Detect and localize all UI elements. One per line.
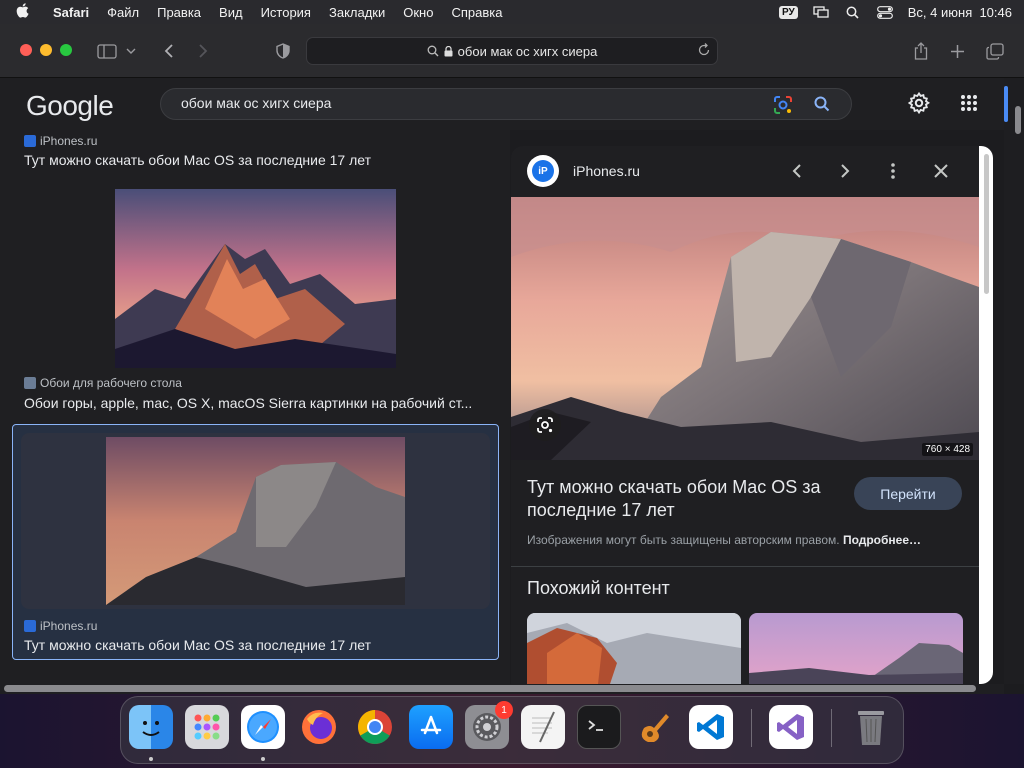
google-search-input[interactable] (181, 95, 741, 111)
image-dimensions: 760 × 428 (922, 443, 973, 456)
app-store-icon[interactable] (409, 705, 453, 749)
result-source[interactable]: Обои для рабочего стола (24, 376, 182, 390)
search-icon (427, 45, 439, 57)
minimize-window-button[interactable] (40, 44, 52, 56)
next-image-button[interactable] (833, 159, 857, 183)
menu-bookmarks[interactable]: Закладки (320, 5, 394, 20)
menu-app-safari[interactable]: Safari (44, 5, 98, 20)
control-center-icon[interactable] (876, 5, 894, 19)
previous-image-button[interactable] (785, 159, 809, 183)
google-search-box[interactable] (160, 88, 852, 120)
copyright-notice: Изображения могут быть защищены авторски… (527, 533, 922, 547)
image-preview-panel: iP iPhones.ru 760 × 428 Тут можно скачат… (511, 146, 979, 684)
close-window-button[interactable] (20, 44, 32, 56)
textedit-icon[interactable] (521, 705, 565, 749)
garageband-icon[interactable] (633, 705, 677, 749)
result-image-sierra[interactable] (115, 189, 396, 368)
finder-icon[interactable] (129, 705, 173, 749)
lens-search-icon[interactable] (529, 409, 561, 441)
site-logo[interactable]: iP (527, 155, 559, 187)
input-source-indicator[interactable]: РУ (779, 5, 798, 19)
running-indicator (261, 757, 265, 761)
preview-title[interactable]: Тут можно скачать обои Mac OS за последн… (527, 476, 837, 522)
menu-window[interactable]: Окно (394, 5, 442, 20)
iphones-favicon (24, 135, 36, 147)
horizontal-scrollbar-thumb[interactable] (4, 685, 976, 692)
search-icon[interactable] (813, 95, 831, 118)
selected-result-card[interactable]: iPhones.ru Тут можно скачать обои Mac OS… (12, 424, 499, 660)
menu-bar: Safari Файл Правка Вид История Закладки … (0, 0, 1024, 24)
screen-mirroring-icon[interactable] (812, 5, 830, 19)
safari-icon[interactable] (241, 705, 285, 749)
related-image[interactable] (527, 613, 741, 684)
forward-button[interactable] (192, 40, 214, 62)
google-logo[interactable]: Google (26, 90, 114, 122)
terminal-icon[interactable] (577, 705, 621, 749)
result-source[interactable]: iPhones.ru (24, 619, 97, 633)
back-button[interactable] (158, 40, 180, 62)
result-source[interactable]: iPhones.ru (24, 134, 97, 148)
firefox-icon[interactable] (297, 705, 341, 749)
scrollbar-thumb[interactable] (1015, 106, 1021, 134)
page-vertical-scrollbar[interactable] (1004, 78, 1024, 684)
iphones-favicon (24, 620, 36, 632)
wallpaper-site-favicon (24, 377, 36, 389)
result-title[interactable]: Обои горы, apple, mac, OS X, macOS Sierr… (24, 395, 490, 411)
spotlight-search-icon[interactable] (844, 5, 862, 19)
image-results-column: iPhones.ru Тут можно скачать обои Mac OS… (0, 130, 510, 684)
zoom-window-button[interactable] (60, 44, 72, 56)
share-icon[interactable] (910, 40, 932, 62)
google-lens-icon[interactable] (773, 95, 793, 120)
scroll-indicator (1004, 86, 1008, 122)
more-options-icon[interactable] (881, 159, 905, 183)
safari-toolbar: обои мак ос хигх сиера (0, 24, 1024, 78)
result-title[interactable]: Тут можно скачать обои Mac OS за последн… (24, 637, 484, 653)
panel-site-name[interactable]: iPhones.ru (573, 163, 640, 179)
panel-header: iP iPhones.ru (511, 146, 979, 196)
privacy-shield-icon[interactable] (272, 40, 294, 62)
dock: 1 (120, 696, 904, 764)
menu-file[interactable]: Файл (98, 5, 148, 20)
close-panel-icon[interactable] (929, 159, 953, 183)
related-image[interactable] (749, 613, 963, 684)
running-indicator (149, 757, 153, 761)
page-horizontal-scrollbar[interactable] (0, 684, 1004, 694)
google-header: Google (0, 78, 1004, 130)
apple-menu-icon[interactable] (0, 2, 44, 22)
dock-separator (831, 709, 832, 747)
result-image-high-sierra[interactable] (106, 437, 405, 605)
panel-scrollbar-thumb[interactable] (984, 154, 989, 294)
menu-help[interactable]: Справка (442, 5, 511, 20)
menu-edit[interactable]: Правка (148, 5, 210, 20)
address-text: обои мак ос хигх сиера (457, 43, 598, 59)
preview-image-half-dome[interactable] (511, 197, 979, 460)
chevron-down-icon[interactable] (124, 40, 138, 62)
menu-view[interactable]: Вид (210, 5, 252, 20)
address-bar[interactable]: обои мак ос хигх сиера (306, 37, 718, 65)
settings-gear-icon[interactable] (908, 92, 930, 114)
lock-icon (444, 45, 453, 56)
trash-icon[interactable] (849, 705, 893, 749)
reload-icon[interactable] (697, 43, 711, 60)
sidebar-toggle-icon[interactable] (96, 40, 118, 62)
menubar-clock[interactable]: Вс, 4 июня 10:46 (908, 5, 1012, 20)
result-title[interactable]: Тут можно скачать обои Mac OS за последн… (24, 152, 494, 168)
vscode-icon[interactable] (689, 705, 733, 749)
panel-scrollbar[interactable] (979, 146, 993, 684)
apps-grid-icon[interactable] (958, 92, 980, 114)
visit-button[interactable]: Перейти (854, 477, 962, 510)
menu-history[interactable]: История (252, 5, 320, 20)
related-content-heading: Похожий контент (527, 578, 670, 598)
selected-image-frame (21, 433, 490, 609)
dock-separator (751, 709, 752, 747)
tab-overview-icon[interactable] (984, 40, 1006, 62)
visual-studio-icon[interactable] (769, 705, 813, 749)
notification-badge: 1 (495, 701, 513, 719)
system-settings-icon[interactable]: 1 (465, 701, 513, 749)
new-tab-icon[interactable] (946, 40, 968, 62)
divider (511, 566, 979, 567)
chrome-icon[interactable] (353, 705, 397, 749)
learn-more-link[interactable]: Подробнее… (843, 533, 921, 547)
launchpad-icon[interactable] (185, 705, 229, 749)
